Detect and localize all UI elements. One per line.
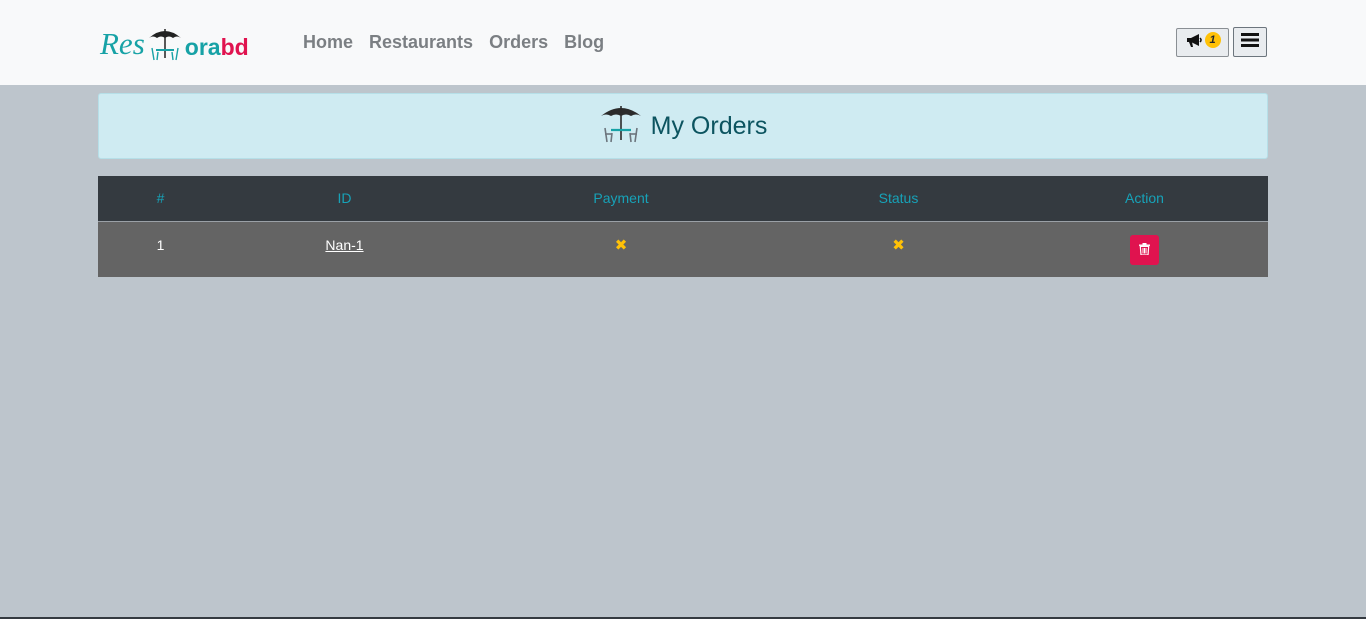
menu-toggle-button[interactable]	[1233, 27, 1267, 57]
page-header: My Orders	[98, 93, 1268, 159]
table-row: 1 Nan-1 ✖ ✖	[98, 221, 1268, 277]
delete-order-button[interactable]	[1130, 234, 1159, 265]
umbrella-logo-icon	[145, 26, 185, 62]
nav-restaurants[interactable]: Restaurants	[369, 30, 473, 54]
order-id-cell: Nan-1	[223, 221, 466, 277]
order-id-link[interactable]: Nan-1	[325, 237, 363, 253]
column-header-id: ID	[223, 176, 466, 222]
status-cell: ✖	[776, 221, 1021, 277]
nav-home[interactable]: Home	[303, 30, 353, 54]
order-index: 1	[98, 221, 223, 277]
column-header-index: #	[98, 176, 223, 222]
hamburger-menu-icon	[1241, 32, 1259, 52]
megaphone-icon	[1185, 32, 1203, 53]
table-header-row: # ID Payment Status Action	[98, 176, 1268, 222]
nav-orders[interactable]: Orders	[489, 30, 548, 54]
restaurant-umbrella-icon	[599, 104, 643, 149]
notifications-button[interactable]: 1	[1176, 28, 1229, 57]
payment-cell: ✖	[466, 221, 776, 277]
action-cell	[1021, 221, 1268, 277]
column-header-payment: Payment	[466, 176, 776, 222]
brand-logo-part3: bd	[220, 34, 249, 60]
orders-table: # ID Payment Status Action 1 Nan-1 ✖ ✖	[98, 176, 1268, 277]
trash-icon	[1139, 242, 1150, 258]
brand-logo-part1: Res	[100, 26, 145, 61]
main-nav: Home Restaurants Orders Blog	[303, 30, 604, 54]
notification-count-badge: 1	[1204, 31, 1221, 48]
column-header-action: Action	[1021, 176, 1268, 222]
payment-unpaid-icon: ✖	[614, 236, 628, 254]
page-title: My Orders	[650, 112, 768, 140]
nav-blog[interactable]: Blog	[564, 30, 604, 54]
column-header-status: Status	[776, 176, 1021, 222]
brand-logo-part2: ora	[184, 34, 221, 60]
brand-logo[interactable]: Res ora bd	[100, 22, 265, 62]
navbar: Res ora bd Home Restaurants Orders Blog	[0, 0, 1366, 85]
status-pending-icon: ✖	[892, 236, 905, 254]
